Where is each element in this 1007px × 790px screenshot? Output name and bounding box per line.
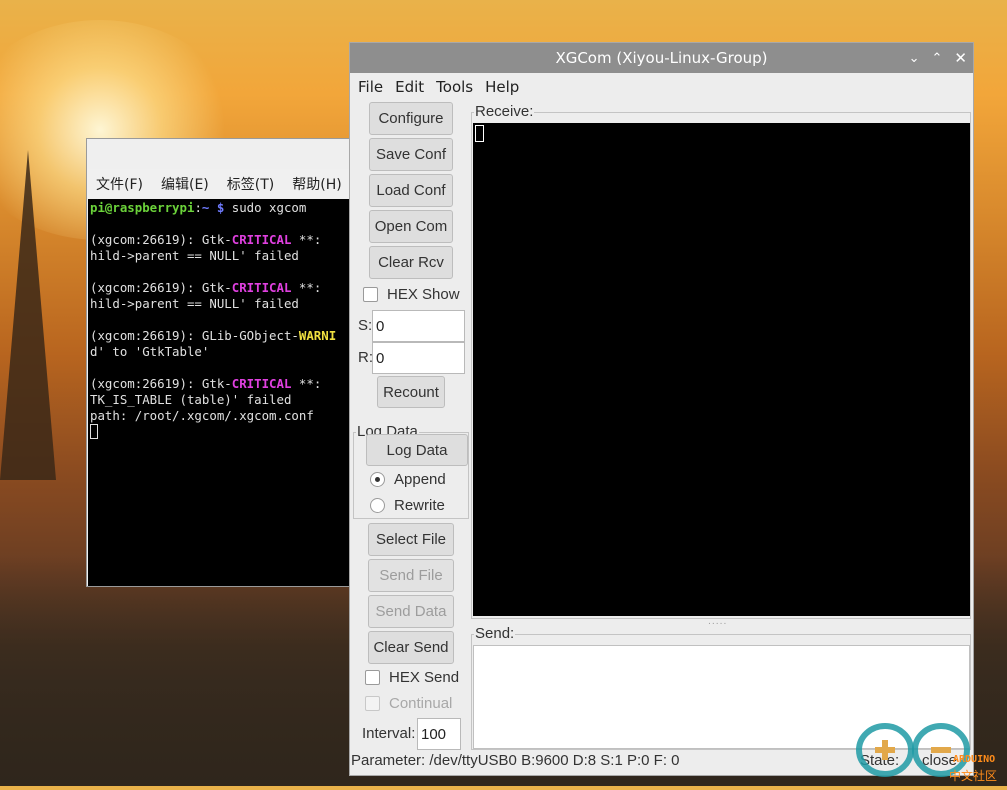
terminal-text: (xgcom:26619): GLib-GObject- (90, 328, 299, 343)
terminal-line: hild->parent == NULL' failed (90, 248, 355, 264)
hex-show-checkbox[interactable]: HEX Show (363, 286, 460, 303)
send-label: Send: (474, 625, 516, 642)
r-count-label: R: (358, 349, 373, 366)
close-icon[interactable]: ✕ (954, 49, 967, 67)
terminal-text: d' to 'GtkTable' (90, 344, 210, 359)
terminal-line: d' to 'GtkTable' (90, 344, 355, 360)
terminal-text: hild->parent == NULL' failed (90, 248, 299, 263)
parameter-status: Parameter: /dev/ttyUSB0 B:9600 D:8 S:1 P… (351, 752, 680, 769)
watermark-brand: ARDUINO (953, 754, 996, 765)
terminal-titlebar[interactable] (87, 139, 357, 169)
terminal-menu-help[interactable]: 帮助(H) (292, 174, 341, 194)
open-com-button[interactable]: Open Com (369, 210, 453, 243)
terminal-menu-tabs[interactable]: 标签(T) (227, 174, 274, 194)
terminal-text: (xgcom:26619): Gtk- (90, 280, 232, 295)
terminal-text: ~ $ (201, 200, 225, 215)
configure-button[interactable]: Configure (369, 102, 453, 135)
menu-help[interactable]: Help (485, 78, 519, 96)
terminal-text: hild->parent == NULL' failed (90, 296, 299, 311)
terminal-text: CRITICAL (231, 232, 292, 247)
terminal-text: (xgcom:26619): Gtk- (90, 376, 232, 391)
save-conf-button[interactable]: Save Conf (369, 138, 453, 171)
log-data-button[interactable]: Log Data (366, 434, 468, 466)
terminal-text: **: (291, 232, 329, 247)
terminal-line: (xgcom:26619): Gtk-CRITICAL **: (90, 280, 355, 296)
append-radio-dot[interactable] (370, 472, 385, 487)
s-count-label: S: (358, 317, 373, 334)
receive-cursor (475, 125, 484, 142)
terminal-cursor (90, 424, 98, 439)
hex-show-label: HEX Show (387, 286, 460, 303)
menu-edit[interactable]: Edit (395, 78, 424, 96)
receive-label: Receive: (474, 103, 535, 120)
xgcom-window: XGCom (Xiyou-Linux-Group) ⌄ ⌃ ✕ File Edi… (349, 42, 974, 776)
terminal-text: TK_IS_TABLE (table)' failed (90, 392, 292, 407)
terminal-line: (xgcom:26619): GLib-GObject-WARNI (90, 328, 355, 344)
terminal-menu-edit[interactable]: 编辑(E) (161, 174, 209, 194)
hex-show-box[interactable] (363, 287, 378, 302)
hex-send-label: HEX Send (389, 669, 460, 686)
pagoda-silhouette (0, 150, 56, 480)
interval-field[interactable]: 100 (417, 718, 461, 750)
terminal-line: TK_IS_TABLE (table)' failed (90, 392, 355, 408)
rewrite-radio[interactable]: Rewrite (370, 497, 445, 514)
send-data-button[interactable]: Send Data (368, 595, 454, 628)
receive-area[interactable] (473, 123, 970, 616)
terminal-menubar: 文件(F) 编辑(E) 标签(T) 帮助(H) (87, 169, 357, 199)
terminal-output[interactable]: pi@raspberrypi:~ $ sudo xgcom (xgcom:266… (88, 199, 357, 586)
xgcom-titlebar[interactable]: XGCom (Xiyou-Linux-Group) ⌄ ⌃ ✕ (350, 43, 973, 73)
rewrite-label: Rewrite (394, 497, 445, 514)
recount-button[interactable]: Recount (377, 376, 445, 408)
terminal-text: sudo xgcom (224, 200, 307, 215)
terminal-text: CRITICAL (231, 376, 292, 391)
hex-send-box[interactable] (365, 670, 380, 685)
terminal-text: **: (291, 376, 329, 391)
terminal-line: (xgcom:26619): Gtk-CRITICAL **: (90, 232, 355, 248)
load-conf-button[interactable]: Load Conf (369, 174, 453, 207)
continual-box[interactable] (365, 696, 380, 711)
pane-splitter-grip[interactable]: ..... (708, 617, 727, 627)
terminal-text: WARNI (298, 328, 337, 343)
maximize-icon[interactable]: ⌃ (932, 51, 943, 66)
s-count-field[interactable]: 0 (372, 310, 465, 342)
menu-tools[interactable]: Tools (436, 78, 473, 96)
clear-send-button[interactable]: Clear Send (368, 631, 454, 664)
terminal-line: (xgcom:26619): Gtk-CRITICAL **: (90, 376, 355, 392)
terminal-line: hild->parent == NULL' failed (90, 296, 355, 312)
select-file-button[interactable]: Select File (368, 523, 454, 556)
append-radio[interactable]: Append (370, 471, 446, 488)
terminal-line: pi@raspberrypi:~ $ sudo xgcom (90, 200, 355, 216)
xgcom-menubar: File Edit Tools Help (350, 73, 973, 101)
arduino-watermark-logo: ARDUINO 中文社区 (853, 720, 1003, 786)
terminal-text: CRITICAL (231, 280, 292, 295)
terminal-text: (xgcom:26619): Gtk- (90, 232, 232, 247)
hex-send-checkbox[interactable]: HEX Send (365, 669, 459, 686)
rewrite-radio-dot[interactable] (370, 498, 385, 513)
append-label: Append (394, 471, 446, 488)
terminal-window: 文件(F) 编辑(E) 标签(T) 帮助(H) pi@raspberrypi:~… (86, 138, 358, 587)
send-file-button[interactable]: Send File (368, 559, 454, 592)
continual-label: Continual (389, 695, 453, 712)
minimize-icon[interactable]: ⌄ (909, 51, 920, 66)
clear-rcv-button[interactable]: Clear Rcv (369, 246, 453, 279)
terminal-line: path: /root/.xgcom/.xgcom.conf (90, 408, 355, 424)
terminal-menu-file[interactable]: 文件(F) (96, 174, 143, 194)
terminal-text: : (194, 200, 202, 215)
terminal-text: pi@raspberrypi (90, 200, 195, 215)
window-title: XGCom (Xiyou-Linux-Group) (555, 49, 768, 67)
watermark-subtitle: 中文社区 (949, 769, 998, 783)
menu-file[interactable]: File (358, 78, 383, 96)
continual-checkbox[interactable]: Continual (365, 695, 452, 712)
r-count-field[interactable]: 0 (372, 342, 465, 374)
interval-label: Interval: (362, 725, 416, 742)
terminal-text: **: (291, 280, 329, 295)
terminal-text: path: /root/.xgcom/.xgcom.conf (90, 408, 314, 423)
